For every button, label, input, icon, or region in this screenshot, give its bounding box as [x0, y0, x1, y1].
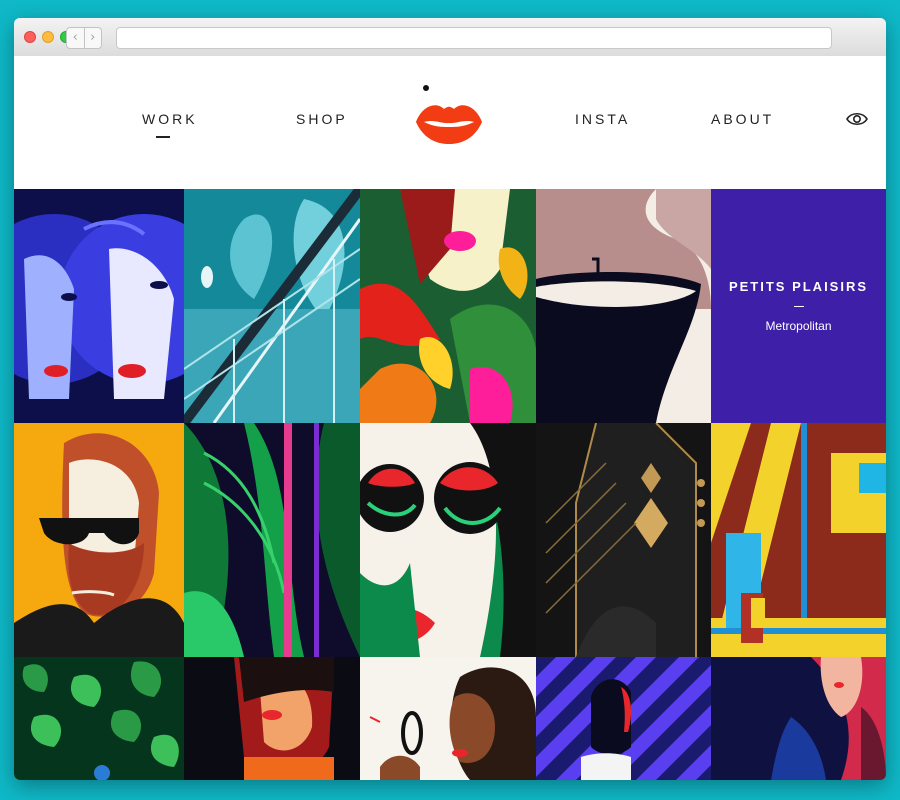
promo-petits-plaisirs[interactable]: PETITS PLAISIRS Metropolitan — [711, 189, 886, 423]
browser-chrome: ‹ › — [14, 18, 886, 57]
lips-logo[interactable] — [414, 82, 484, 148]
address-bar[interactable] — [116, 27, 832, 49]
nav-work[interactable]: WORK — [142, 111, 198, 127]
artwork-window-room[interactable] — [711, 423, 886, 657]
promo-title: PETITS PLAISIRS — [728, 279, 869, 294]
artwork-astronauts[interactable] — [14, 189, 184, 423]
artwork-mirror-woman[interactable] — [360, 657, 536, 780]
nav-about[interactable]: ABOUT — [711, 111, 774, 127]
artwork-jungle-face[interactable] — [360, 189, 536, 423]
forward-button[interactable]: › — [83, 28, 102, 48]
artwork-palms[interactable] — [184, 423, 360, 657]
artwork-bearded-man[interactable] — [14, 423, 184, 657]
nav-shop[interactable]: SHOP — [296, 111, 348, 127]
site-header: WORK SHOP INSTA ABOUT — [14, 56, 886, 189]
artwork-coffee-cup[interactable] — [536, 189, 711, 423]
artwork-opera-bridge[interactable] — [184, 189, 360, 423]
artwork-red-hair-woman[interactable] — [711, 657, 886, 780]
browser-window: ‹ › WORK SHOP INSTA ABOUT PETITS PLAISIR… — [14, 18, 886, 780]
close-window-button[interactable] — [24, 31, 36, 43]
artwork-striped-girl[interactable] — [536, 657, 711, 780]
portfolio-grid: PETITS PLAISIRS Metropolitan — [14, 189, 886, 780]
artwork-sunglasses-woman[interactable] — [360, 423, 536, 657]
artwork-dark-portrait[interactable] — [184, 657, 360, 780]
nav-insta[interactable]: INSTA — [575, 111, 630, 127]
promo-divider — [793, 306, 804, 307]
eye-icon[interactable] — [846, 111, 868, 127]
history-buttons: ‹ › — [66, 27, 102, 49]
back-button[interactable]: ‹ — [67, 28, 84, 48]
artwork-art-deco[interactable] — [536, 423, 711, 657]
active-nav-underline — [156, 136, 170, 138]
artwork-leaves[interactable] — [14, 657, 184, 780]
promo-subtitle: Metropolitan — [765, 319, 832, 333]
minimize-window-button[interactable] — [42, 31, 54, 43]
